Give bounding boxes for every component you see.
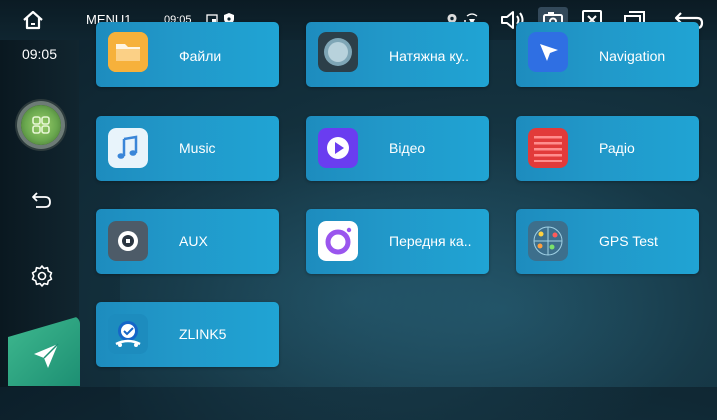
- app-tile-gps-test[interactable]: GPS Test: [516, 209, 699, 274]
- gps-test-icon: [528, 221, 568, 261]
- app-label: Відео: [389, 140, 426, 156]
- app-tile-radio[interactable]: Радіо: [516, 116, 699, 181]
- app-label: AUX: [179, 233, 208, 249]
- app-label: GPS Test: [599, 233, 658, 249]
- app-tile-navigation[interactable]: Navigation: [516, 22, 699, 87]
- folder-icon: [108, 32, 148, 72]
- home-icon[interactable]: [22, 10, 44, 30]
- navigation-arrow-icon: [528, 32, 568, 72]
- app-label: ZLINK5: [179, 326, 227, 342]
- sidebar-back-icon[interactable]: [31, 190, 53, 210]
- aux-icon: [108, 221, 148, 261]
- app-label: Navigation: [599, 48, 666, 64]
- sidebar-clock: 09:05: [21, 46, 58, 62]
- app-label: Music: [179, 140, 216, 156]
- video-play-icon: [318, 128, 358, 168]
- floating-ball-icon: [318, 32, 358, 72]
- app-tile-files[interactable]: Файли: [96, 22, 279, 87]
- app-tile-music[interactable]: Music: [96, 116, 279, 181]
- app-tile-floating-ball[interactable]: Натяжна ку..: [306, 22, 489, 87]
- front-camera-icon: [318, 221, 358, 261]
- gear-icon[interactable]: [30, 264, 54, 288]
- app-tile-front-camera[interactable]: Передня ка..: [306, 209, 489, 274]
- paper-plane-icon: [34, 343, 59, 368]
- navigation-shortcut-button[interactable]: [8, 316, 80, 386]
- radio-icon: [528, 128, 568, 168]
- music-note-icon: [108, 128, 148, 168]
- app-label: Натяжна ку..: [389, 48, 470, 64]
- app-tile-zlink5[interactable]: ZLINK5: [96, 302, 279, 367]
- sidebar: 09:05: [0, 40, 80, 387]
- apps-button[interactable]: [21, 105, 61, 145]
- zlink-icon: [108, 314, 148, 354]
- app-label: Радіо: [599, 140, 635, 156]
- app-label: Передня ка..: [389, 233, 472, 249]
- app-tile-video[interactable]: Відео: [306, 116, 489, 181]
- app-label: Файли: [179, 48, 222, 64]
- grid-icon: [32, 116, 50, 134]
- app-tile-aux[interactable]: AUX: [96, 209, 279, 274]
